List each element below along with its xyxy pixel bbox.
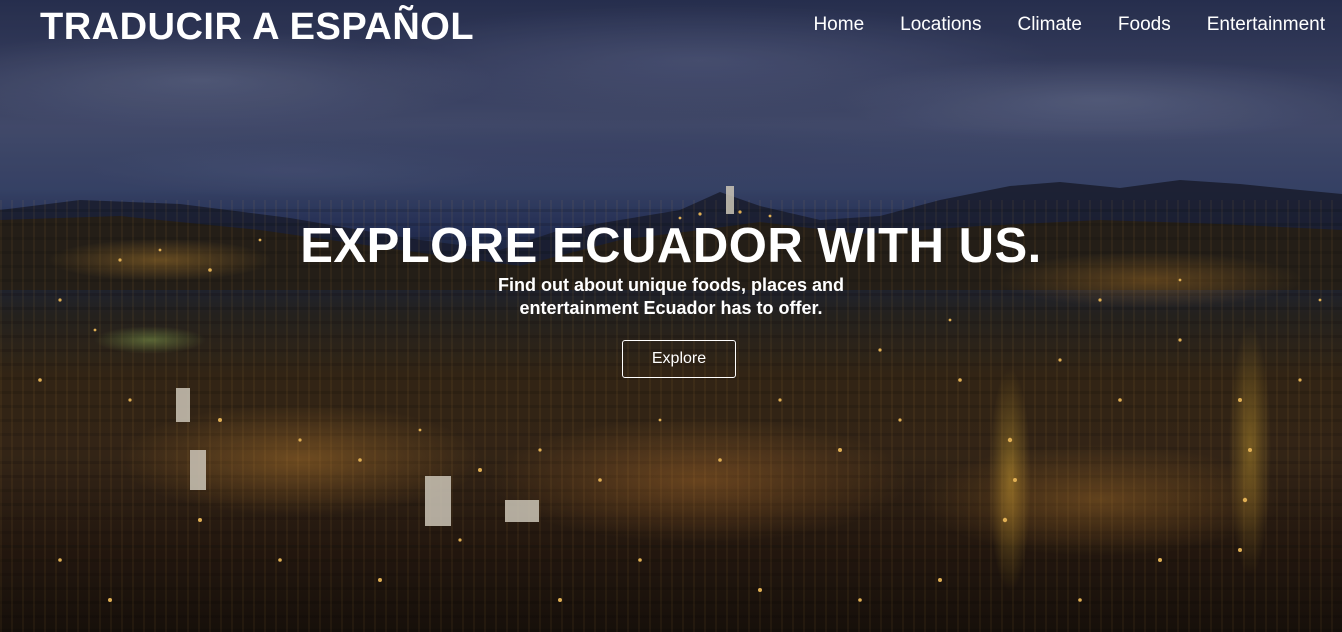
nav-link-climate[interactable]: Climate: [1017, 14, 1081, 36]
navbar: TRADUCIR A ESPAÑOL Home Locations Climat…: [0, 0, 1342, 56]
nav-link-locations[interactable]: Locations: [900, 14, 981, 36]
nav-link-home[interactable]: Home: [813, 14, 864, 36]
hero-section: TRADUCIR A ESPAÑOL Home Locations Climat…: [0, 0, 1342, 632]
hero-subtitle: Find out about unique foods, places and …: [498, 275, 844, 318]
hero-title: EXPLORE ECUADOR WITH US.: [300, 219, 1042, 273]
nav-link-entertainment[interactable]: Entertainment: [1207, 14, 1325, 36]
nav-links: Home Locations Climate Foods Entertainme…: [777, 14, 1325, 36]
explore-button[interactable]: Explore: [622, 340, 736, 378]
brand-logo-link[interactable]: TRADUCIR A ESPAÑOL: [40, 6, 474, 49]
nav-link-foods[interactable]: Foods: [1118, 14, 1171, 36]
